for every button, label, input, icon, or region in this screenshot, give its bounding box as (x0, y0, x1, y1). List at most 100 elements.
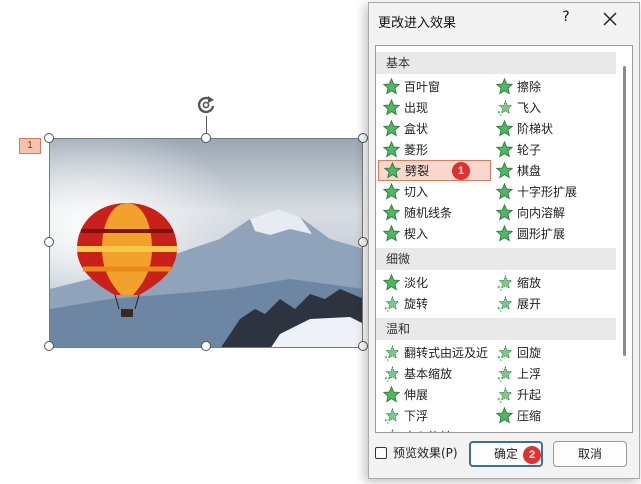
rotate-handle-icon[interactable] (194, 93, 218, 117)
effect-row: 盒状 阶梯状 (376, 118, 616, 139)
effect-item-label: 阶梯状 (517, 122, 554, 136)
effect-item[interactable]: 随机线条 (378, 202, 491, 223)
resize-handle-bottom-right[interactable] (358, 341, 368, 351)
effect-item[interactable]: 翻转式由远及近 (378, 342, 491, 363)
effect-item[interactable]: 楔入 (378, 223, 491, 244)
star-icon (495, 140, 514, 158)
effect-item-label: 缩放 (517, 276, 542, 290)
effect-item[interactable]: 升起 (491, 384, 613, 405)
effect-item-label: 菱形 (404, 143, 429, 157)
star-icon (495, 182, 514, 200)
effect-item[interactable]: 旋转 (378, 293, 491, 314)
effect-item-label: 飞入 (517, 101, 542, 115)
sparkle-star-icon (383, 407, 400, 424)
resize-handle-bottom[interactable] (201, 341, 211, 351)
star-icon (382, 140, 401, 158)
sparkle-star-icon (383, 344, 400, 361)
scrollbar[interactable] (616, 46, 632, 432)
star-icon (382, 385, 401, 403)
effect-item[interactable]: 下浮 (378, 405, 491, 426)
effect-item-label: 楔入 (404, 227, 429, 241)
effect-item[interactable]: 劈裂 1 (378, 160, 491, 181)
effect-item[interactable]: 淡化 (378, 272, 491, 293)
effect-item-label: 下浮 (404, 409, 429, 423)
effect-item-label: 十字形扩展 (517, 185, 578, 199)
resize-handle-left[interactable] (44, 237, 54, 247)
help-button[interactable]: ? (559, 9, 573, 27)
effect-item[interactable]: 回旋 (491, 342, 613, 363)
scrollbar-thumb[interactable] (623, 66, 626, 356)
resize-handle-top[interactable] (201, 133, 211, 143)
effect-item-label: 压缩 (517, 409, 542, 423)
effect-item[interactable]: 百叶窗 (378, 76, 491, 97)
effect-list[interactable]: 基本百叶窗 擦除出现 飞入盒状 阶梯状菱形 轮子劈裂 1 棋盘 切入 十字形扩展随机线条 向内溶解… (375, 45, 633, 433)
sparkle-star-icon (496, 99, 513, 116)
animation-order-tag[interactable]: 1 (19, 138, 41, 154)
effect-item[interactable]: 棋盘 (491, 160, 613, 181)
sparkle-star-icon (383, 428, 400, 432)
effect-item[interactable]: 缩放 (491, 272, 613, 293)
effect-item[interactable]: 阶梯状 (491, 118, 613, 139)
star-icon (495, 406, 514, 424)
effect-item-label: 上浮 (517, 367, 542, 381)
effect-item[interactable]: 轮子 (491, 139, 613, 160)
effect-row: 下浮 压缩 (376, 405, 616, 426)
effect-item[interactable]: 菱形 (378, 139, 491, 160)
sparkle-star-icon (496, 365, 513, 382)
effect-item-label: 回旋 (517, 346, 542, 360)
effect-item[interactable]: 飞入 (491, 97, 613, 118)
resize-handle-bottom-left[interactable] (44, 341, 54, 351)
effect-item[interactable]: 盒状 (378, 118, 491, 139)
effect-item-label: 出现 (404, 101, 429, 115)
sparkle-star-icon (383, 365, 400, 382)
effect-item-label: 擦除 (517, 80, 542, 94)
effect-item[interactable]: 展开 (491, 293, 613, 314)
effect-item-label: 轮子 (517, 143, 542, 157)
effect-item-label: 淡化 (404, 276, 429, 290)
step-badge-1: 1 (452, 162, 470, 180)
ok-button[interactable]: 确定 2 (469, 441, 543, 467)
sparkle-star-icon (383, 295, 400, 312)
effect-item[interactable]: 上浮 (491, 363, 613, 384)
effect-item[interactable]: 伸展 (378, 384, 491, 405)
effect-item[interactable]: 基本缩放 (378, 363, 491, 384)
effect-item[interactable]: 切入 (378, 181, 491, 202)
star-icon (495, 77, 514, 95)
effect-item-label: 基本缩放 (404, 367, 453, 381)
effect-item[interactable]: 擦除 (491, 76, 613, 97)
cancel-button[interactable]: 取消 (553, 441, 627, 467)
star-icon (382, 182, 401, 200)
effect-item-label: 展开 (517, 297, 542, 311)
star-icon (382, 77, 401, 95)
star-icon (382, 119, 401, 137)
effect-item[interactable]: 中心旋转 (378, 426, 491, 432)
effect-item-label: 翻转式由远及近 (404, 346, 489, 360)
dialog-title: 更改进入效果 (378, 16, 457, 31)
effect-row: 中心旋转 (376, 426, 616, 432)
effect-item[interactable]: 向内溶解 (491, 202, 613, 223)
effect-item[interactable]: 压缩 (491, 405, 613, 426)
effect-row: 百叶窗 擦除 (376, 76, 616, 97)
preview-effect-checkbox[interactable]: 预览效果(P) (375, 444, 458, 461)
resize-handle-top-left[interactable] (44, 133, 54, 143)
effect-row: 淡化 缩放 (376, 272, 616, 293)
ok-button-label: 确定 (493, 447, 518, 461)
hot-air-balloon-image[interactable] (49, 138, 363, 348)
effect-list-content: 基本百叶窗 擦除出现 飞入盒状 阶梯状菱形 轮子劈裂 1 棋盘 切入 十字形扩展随机线条 向内溶解… (376, 52, 616, 432)
effect-item-label: 中心旋转 (404, 428, 452, 432)
effect-item[interactable]: 圆形扩展 (491, 223, 613, 244)
effect-row: 伸展 升起 (376, 384, 616, 405)
resize-handle-top-right[interactable] (358, 133, 368, 143)
close-icon[interactable] (601, 10, 619, 28)
resize-handle-right[interactable] (358, 237, 368, 247)
effect-row: 随机线条 向内溶解 (376, 202, 616, 223)
sparkle-star-icon (496, 386, 513, 403)
effect-item-label: 百叶窗 (404, 80, 441, 94)
checkbox-box[interactable] (375, 446, 387, 459)
effect-row: 出现 飞入 (376, 97, 616, 118)
effect-item[interactable]: 十字形扩展 (491, 181, 613, 202)
effect-item-label: 圆形扩展 (517, 227, 566, 241)
category-header: 温和 (376, 318, 616, 340)
category-header: 基本 (376, 52, 616, 74)
effect-item[interactable]: 出现 (378, 97, 491, 118)
